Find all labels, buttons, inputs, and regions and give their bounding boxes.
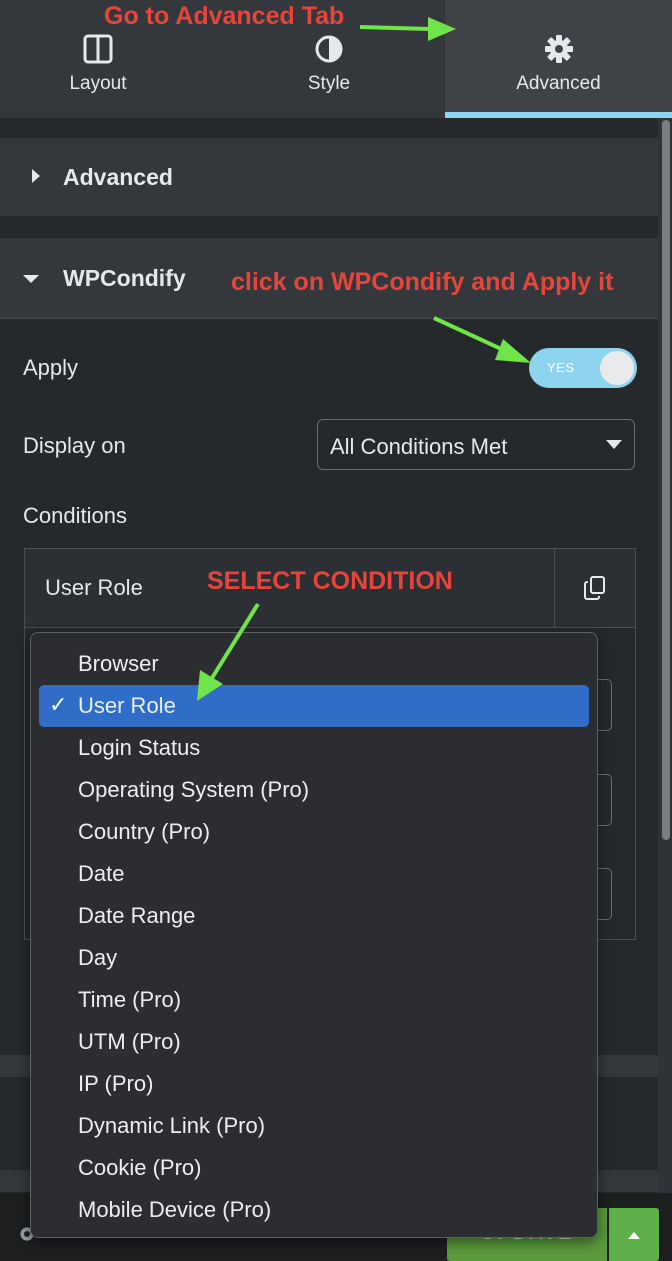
arrow-to-advanced-tab: [359, 25, 431, 31]
arrowhead: [495, 339, 531, 363]
arrowhead: [197, 670, 223, 701]
arrowhead: [428, 17, 456, 41]
annotation-arrows: [197, 17, 531, 701]
arrow-to-user-role: [210, 602, 260, 680]
arrow-to-toggle: [433, 316, 511, 355]
